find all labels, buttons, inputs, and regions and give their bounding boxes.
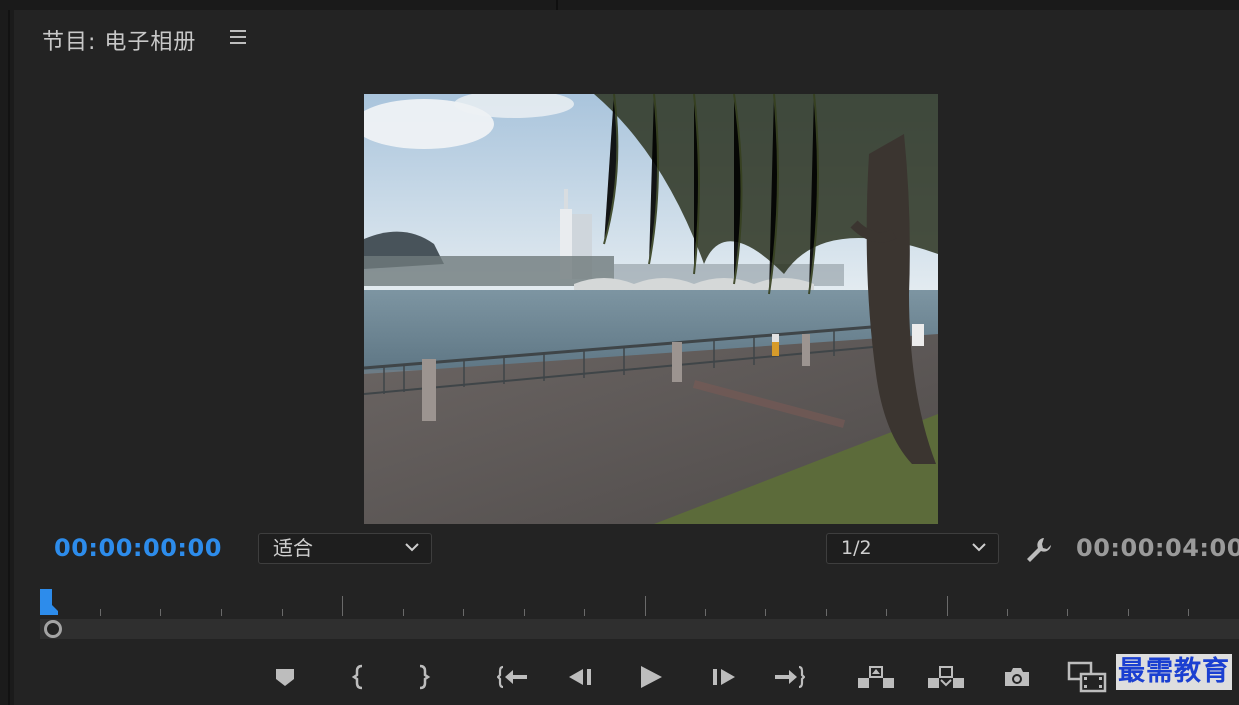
playhead-icon[interactable] xyxy=(40,589,58,615)
mark-in-icon xyxy=(351,664,363,690)
step-back-button[interactable] xyxy=(564,660,598,694)
go-to-out-icon xyxy=(775,665,805,689)
lift-icon xyxy=(858,666,894,688)
comparison-icon xyxy=(1067,661,1107,693)
watermark-logo: 最需教育 xyxy=(1116,654,1232,690)
resolution-dropdown-value: 1/2 xyxy=(841,537,872,559)
chevron-down-icon xyxy=(972,543,986,552)
riverside-photo xyxy=(364,94,938,524)
wrench-icon[interactable] xyxy=(1024,535,1054,565)
fit-dropdown[interactable]: 适合 xyxy=(258,533,432,564)
left-panel-edge xyxy=(0,10,14,705)
play-icon xyxy=(641,666,662,688)
time-ruler[interactable] xyxy=(40,590,1239,618)
resolution-dropdown[interactable]: 1/2 xyxy=(826,533,999,564)
mark-out-button[interactable] xyxy=(406,660,440,694)
program-monitor-frame[interactable] xyxy=(364,94,938,524)
fit-dropdown-value: 适合 xyxy=(273,536,313,560)
panel-title[interactable]: 节目: 电子相册 xyxy=(42,24,196,56)
current-timecode[interactable]: 00:00:00:00 xyxy=(54,534,222,562)
zoom-scroll-handle[interactable] xyxy=(44,620,62,638)
duration-timecode: 00:00:04:00 xyxy=(1076,534,1239,562)
play-button[interactable] xyxy=(634,660,668,694)
mark-in-button[interactable] xyxy=(342,660,376,694)
top-panel-strip xyxy=(0,0,1239,10)
marker-icon xyxy=(276,669,294,686)
extract-icon xyxy=(928,666,964,688)
mark-out-icon xyxy=(419,664,431,690)
camera-icon xyxy=(1005,668,1029,686)
comparison-view-button[interactable] xyxy=(1066,660,1108,694)
chevron-down-icon xyxy=(405,543,419,552)
go-to-in-button[interactable] xyxy=(496,660,530,694)
panel-divider xyxy=(556,0,558,10)
panel-menu-icon[interactable] xyxy=(230,30,246,46)
step-back-icon xyxy=(569,669,591,685)
add-marker-button[interactable] xyxy=(268,660,302,694)
extract-button[interactable] xyxy=(926,660,966,694)
export-frame-button[interactable] xyxy=(1000,660,1034,694)
go-to-in-icon xyxy=(497,665,527,689)
step-forward-icon xyxy=(713,669,735,685)
zoom-scrollbar[interactable] xyxy=(40,619,1239,639)
step-forward-button[interactable] xyxy=(706,660,740,694)
lift-button[interactable] xyxy=(856,660,896,694)
go-to-out-button[interactable] xyxy=(772,660,806,694)
